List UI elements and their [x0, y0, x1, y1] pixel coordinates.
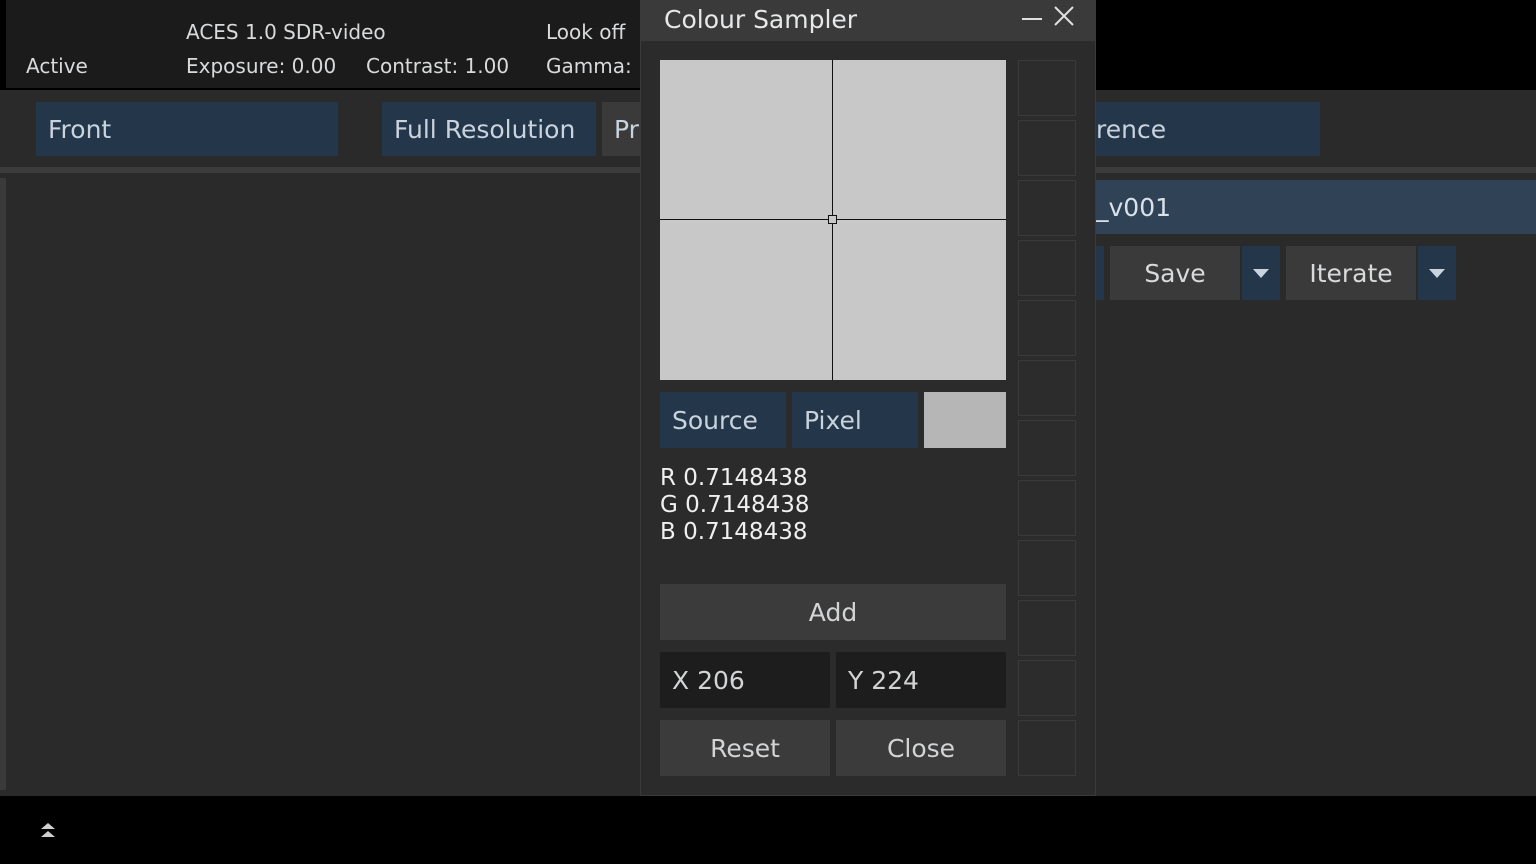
swatch-slot[interactable]: [1018, 480, 1076, 536]
chevron-down-icon: [1253, 268, 1269, 278]
colour-sampler-dialog: Colour Sampler Source Pixel R 0.7148438 …: [640, 0, 1096, 796]
close-icon[interactable]: [1053, 5, 1075, 27]
status-active: Active: [26, 54, 88, 78]
red-value: R 0.7148438: [660, 465, 808, 491]
status-contrast: Contrast: 1.00: [366, 54, 510, 78]
preset-button[interactable]: Pr: [602, 102, 642, 156]
swatch-slot[interactable]: [1018, 120, 1076, 176]
status-look: Look off: [546, 20, 626, 44]
source-button[interactable]: Source: [660, 392, 786, 448]
status-gamma: Gamma: 1: [546, 54, 651, 78]
left-edge-bar: [0, 178, 6, 790]
reset-button[interactable]: Reset: [660, 720, 830, 776]
save-dropdown-button[interactable]: [1242, 246, 1280, 300]
status-bar-right: [1096, 0, 1536, 90]
add-button[interactable]: Add: [660, 584, 1006, 640]
green-value: G 0.7148438: [660, 492, 810, 518]
y-coordinate-field[interactable]: Y 224: [836, 652, 1006, 708]
status-exposure: Exposure: 0.00: [186, 54, 337, 78]
minimize-icon[interactable]: [1021, 11, 1043, 27]
close-button[interactable]: Close: [836, 720, 1006, 776]
swatch-slot[interactable]: [1018, 660, 1076, 716]
swatch-slot[interactable]: [1018, 60, 1076, 116]
status-colour-space: ACES 1.0 SDR-video: [186, 20, 386, 44]
full-resolution-button[interactable]: Full Resolution: [382, 102, 596, 156]
sampler-preview[interactable]: [660, 60, 1006, 380]
bottom-bar: [0, 796, 1536, 864]
front-button[interactable]: Front: [36, 102, 338, 156]
sample-colour-swatch: [924, 392, 1006, 448]
swatch-slot[interactable]: [1018, 720, 1076, 776]
swatch-slot[interactable]: [1018, 540, 1076, 596]
swatch-slot[interactable]: [1018, 300, 1076, 356]
x-coordinate-field[interactable]: X 206: [660, 652, 830, 708]
swatch-slot[interactable]: [1018, 180, 1076, 236]
dialog-title: Colour Sampler: [664, 5, 858, 34]
iterate-button[interactable]: Iterate: [1286, 246, 1416, 300]
file-row[interactable]: _v001: [1096, 180, 1536, 234]
dialog-title-bar[interactable]: Colour Sampler: [641, 1, 1095, 41]
swatch-slot[interactable]: [1018, 360, 1076, 416]
hidden-button-edge[interactable]: [1096, 246, 1104, 300]
pixel-button[interactable]: Pixel: [792, 392, 918, 448]
status-bar: Active ACES 1.0 SDR-video Exposure: 0.00…: [6, 0, 651, 88]
crosshair-center: [828, 215, 837, 224]
double-chevron-up-icon[interactable]: [38, 820, 58, 840]
chevron-down-icon: [1429, 268, 1445, 278]
reference-button[interactable]: rence: [1096, 102, 1320, 156]
swatch-slot[interactable]: [1018, 600, 1076, 656]
blue-value: B 0.7148438: [660, 519, 808, 545]
swatch-slot[interactable]: [1018, 420, 1076, 476]
save-button[interactable]: Save: [1110, 246, 1240, 300]
file-name: _v001: [1096, 192, 1172, 222]
iterate-dropdown-button[interactable]: [1418, 246, 1456, 300]
swatch-slot[interactable]: [1018, 240, 1076, 296]
